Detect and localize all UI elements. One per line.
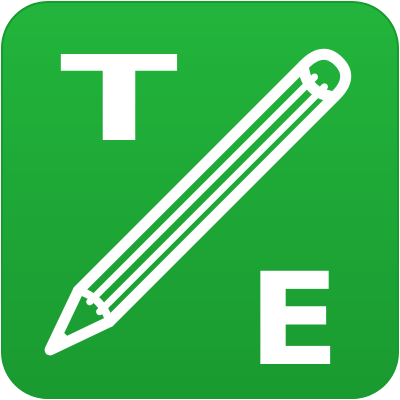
letter-e: E <box>248 246 340 395</box>
app-icon-graphic: T E <box>1 1 399 399</box>
letter-top-left: T <box>60 30 178 168</box>
letter-t: T <box>60 30 178 168</box>
app-icon[interactable]: T E <box>0 0 400 400</box>
